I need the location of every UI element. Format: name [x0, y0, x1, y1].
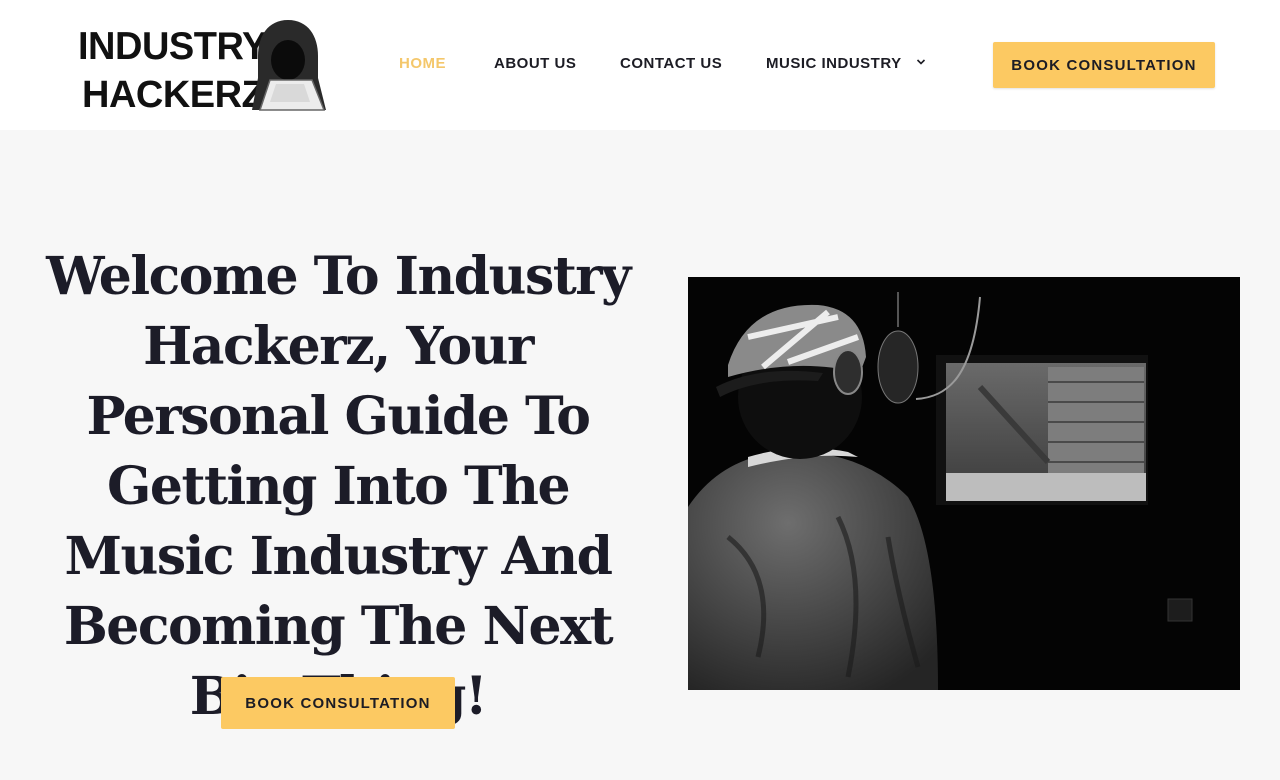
nav-home[interactable]: HOME [399, 55, 446, 72]
nav-contact-us[interactable]: CONTACT US [620, 55, 722, 72]
recording-studio-photo [688, 277, 1240, 690]
logo-text-line1: INDUSTRY [78, 25, 267, 69]
logo-text-line2: HACKERZ [82, 74, 265, 116]
hooded-hacker-icon [252, 20, 326, 111]
site-header: INDUSTRY HACKERZ HOME ABOUT US CONTACT U… [0, 0, 1280, 130]
chevron-down-icon [916, 59, 926, 65]
site-logo[interactable]: INDUSTRY HACKERZ [78, 18, 330, 114]
nav-about-us[interactable]: ABOUT US [494, 55, 576, 72]
nav-music-industry[interactable]: MUSIC INDUSTRY [766, 55, 926, 72]
book-consultation-hero-button[interactable]: BOOK CONSULTATION [221, 677, 455, 729]
book-consultation-header-button[interactable]: BOOK CONSULTATION [993, 42, 1215, 88]
hero-title: Welcome To Industry Hackerz, Your Person… [46, 246, 631, 727]
nav-music-industry-label: MUSIC INDUSTRY [766, 55, 902, 72]
